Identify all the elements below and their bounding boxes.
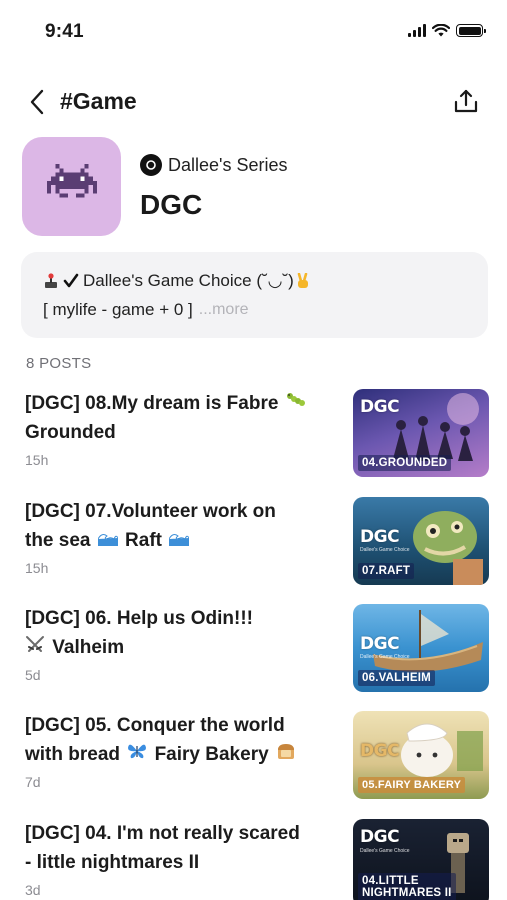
joystick-icon bbox=[43, 272, 59, 289]
post-item[interactable]: [DGC] 07.Volunteer work on the sea Raft … bbox=[25, 497, 489, 585]
more-link[interactable]: ...more bbox=[199, 301, 249, 319]
series-description[interactable]: Dallee's Game Choice (˘◡˘) [ mylife - ga… bbox=[21, 252, 488, 338]
post-item[interactable]: [DGC] 05. Conquer the world with bread F… bbox=[25, 711, 489, 799]
post-thumbnail[interactable]: DGC 04.GROUNDED bbox=[353, 389, 489, 477]
wave-icon bbox=[168, 526, 190, 555]
back-button[interactable] bbox=[22, 86, 52, 118]
post-title-line-1: [DGC] 08.My dream is Fabre bbox=[25, 393, 279, 414]
post-title-line-1: [DGC] 07.Volunteer work on bbox=[25, 501, 276, 522]
description-text-2: [ mylife - game + 0 ] bbox=[43, 299, 193, 319]
thumbnail-label: 04.GROUNDED bbox=[358, 455, 452, 471]
post-title: [DGC] 04. I'm not really scared - little… bbox=[25, 819, 337, 877]
thumbnail-logo: DGC bbox=[360, 741, 400, 761]
post-item[interactable]: [DGC] 08.My dream is Fabre Grounded 15h … bbox=[25, 389, 489, 477]
chevron-left-icon bbox=[30, 89, 44, 115]
post-title-line-2: - little nightmares II bbox=[25, 852, 200, 873]
post-title-line-1: [DGC] 06. Help us Odin!!! bbox=[25, 608, 253, 629]
series-header: Dallee's Series DGC bbox=[22, 137, 492, 237]
butterfly-icon bbox=[127, 740, 147, 769]
post-title-game: Valheim bbox=[52, 637, 125, 658]
thumbnail-label: 07.RAFT bbox=[358, 563, 415, 579]
series-owner-icon bbox=[140, 154, 162, 176]
post-title-line-2: Grounded bbox=[25, 422, 116, 444]
post-thumbnail[interactable]: DGC Dallee's Game Choice 07.RAFT bbox=[353, 497, 489, 585]
post-time: 5d bbox=[25, 667, 41, 683]
post-time: 3d bbox=[25, 882, 41, 898]
status-time: 9:41 bbox=[45, 21, 84, 42]
post-title-line-1: [DGC] 05. Conquer the world bbox=[25, 715, 285, 736]
thumbnail-subtitle: Dallee's Game Choice bbox=[360, 848, 410, 854]
description-line-1: Dallee's Game Choice (˘◡˘) bbox=[43, 266, 472, 295]
victory-hand-icon bbox=[296, 272, 310, 289]
status-icons bbox=[408, 24, 486, 37]
crossed-swords-icon bbox=[25, 633, 45, 662]
caterpillar-icon bbox=[286, 389, 308, 418]
description-text-1: Dallee's Game Choice (˘◡˘) bbox=[83, 270, 294, 290]
posts-count: 8 POSTS bbox=[26, 355, 92, 372]
page-title: #Game bbox=[60, 88, 137, 114]
checkmark-icon bbox=[63, 273, 79, 289]
post-item[interactable]: [DGC] 04. I'm not really scared - little… bbox=[25, 819, 489, 900]
share-button[interactable] bbox=[451, 85, 481, 117]
post-thumbnail[interactable]: DGC Dallee's Game Choice 04.LITTLE NIGHT… bbox=[353, 819, 489, 900]
thumbnail-logo: DGC bbox=[360, 527, 400, 547]
thumbnail-subtitle: Dallee's Game Choice bbox=[360, 654, 410, 660]
post-item[interactable]: [DGC] 06. Help us Odin!!! Valheim 5d DGC… bbox=[25, 604, 489, 692]
post-title-game: Raft bbox=[125, 530, 162, 551]
share-icon bbox=[454, 89, 478, 113]
thumbnail-logo: DGC bbox=[360, 634, 400, 654]
series-owner-name: Dallee's Series bbox=[168, 154, 288, 175]
cellular-signal-icon bbox=[408, 24, 426, 37]
post-title-line-2: the sea bbox=[25, 530, 91, 551]
thumbnail-label-line-2: NIGHTMARES II bbox=[362, 887, 452, 899]
thumbnail-label: 05.FAIRY BAKERY bbox=[358, 777, 466, 793]
description-line-2: [ mylife - game + 0 ] ...more bbox=[43, 295, 472, 324]
battery-icon bbox=[456, 24, 486, 37]
thumbnail-label: 04.LITTLE NIGHTMARES II bbox=[358, 873, 456, 900]
post-title: [DGC] 08.My dream is Fabre Grounded bbox=[25, 389, 337, 447]
post-time: 15h bbox=[25, 452, 49, 468]
thumbnail-label-line-1: 04.LITTLE bbox=[362, 875, 419, 887]
post-title: [DGC] 05. Conquer the world with bread F… bbox=[25, 711, 337, 769]
thumbnail-logo: DGC bbox=[360, 397, 400, 417]
status-bar: 9:41 bbox=[0, 0, 507, 64]
pixel-alien-icon bbox=[46, 163, 97, 197]
series-name: DGC bbox=[140, 189, 203, 220]
post-time: 15h bbox=[25, 560, 49, 576]
post-title-line-2: with bread bbox=[25, 744, 121, 765]
bread-icon bbox=[276, 740, 296, 769]
wifi-icon bbox=[432, 24, 450, 37]
post-title-line-1: [DGC] 04. I'm not really scared bbox=[25, 823, 300, 844]
top-nav: #Game bbox=[0, 82, 507, 122]
thumbnail-label: 06.VALHEIM bbox=[358, 670, 435, 686]
post-thumbnail[interactable]: DGC Dallee's Game Choice 06.VALHEIM bbox=[353, 604, 489, 692]
post-title-game: Fairy Bakery bbox=[154, 744, 269, 765]
post-title: [DGC] 07.Volunteer work on the sea Raft bbox=[25, 497, 337, 555]
series-cover[interactable] bbox=[22, 137, 121, 236]
series-owner[interactable]: Dallee's Series bbox=[140, 154, 288, 176]
post-thumbnail[interactable]: DGC 05.FAIRY BAKERY bbox=[353, 711, 489, 799]
post-time: 7d bbox=[25, 774, 41, 790]
wave-icon bbox=[97, 526, 119, 555]
post-title: [DGC] 06. Help us Odin!!! Valheim bbox=[25, 604, 337, 662]
thumbnail-subtitle: Dallee's Game Choice bbox=[360, 547, 410, 553]
thumbnail-logo: DGC bbox=[360, 827, 400, 847]
